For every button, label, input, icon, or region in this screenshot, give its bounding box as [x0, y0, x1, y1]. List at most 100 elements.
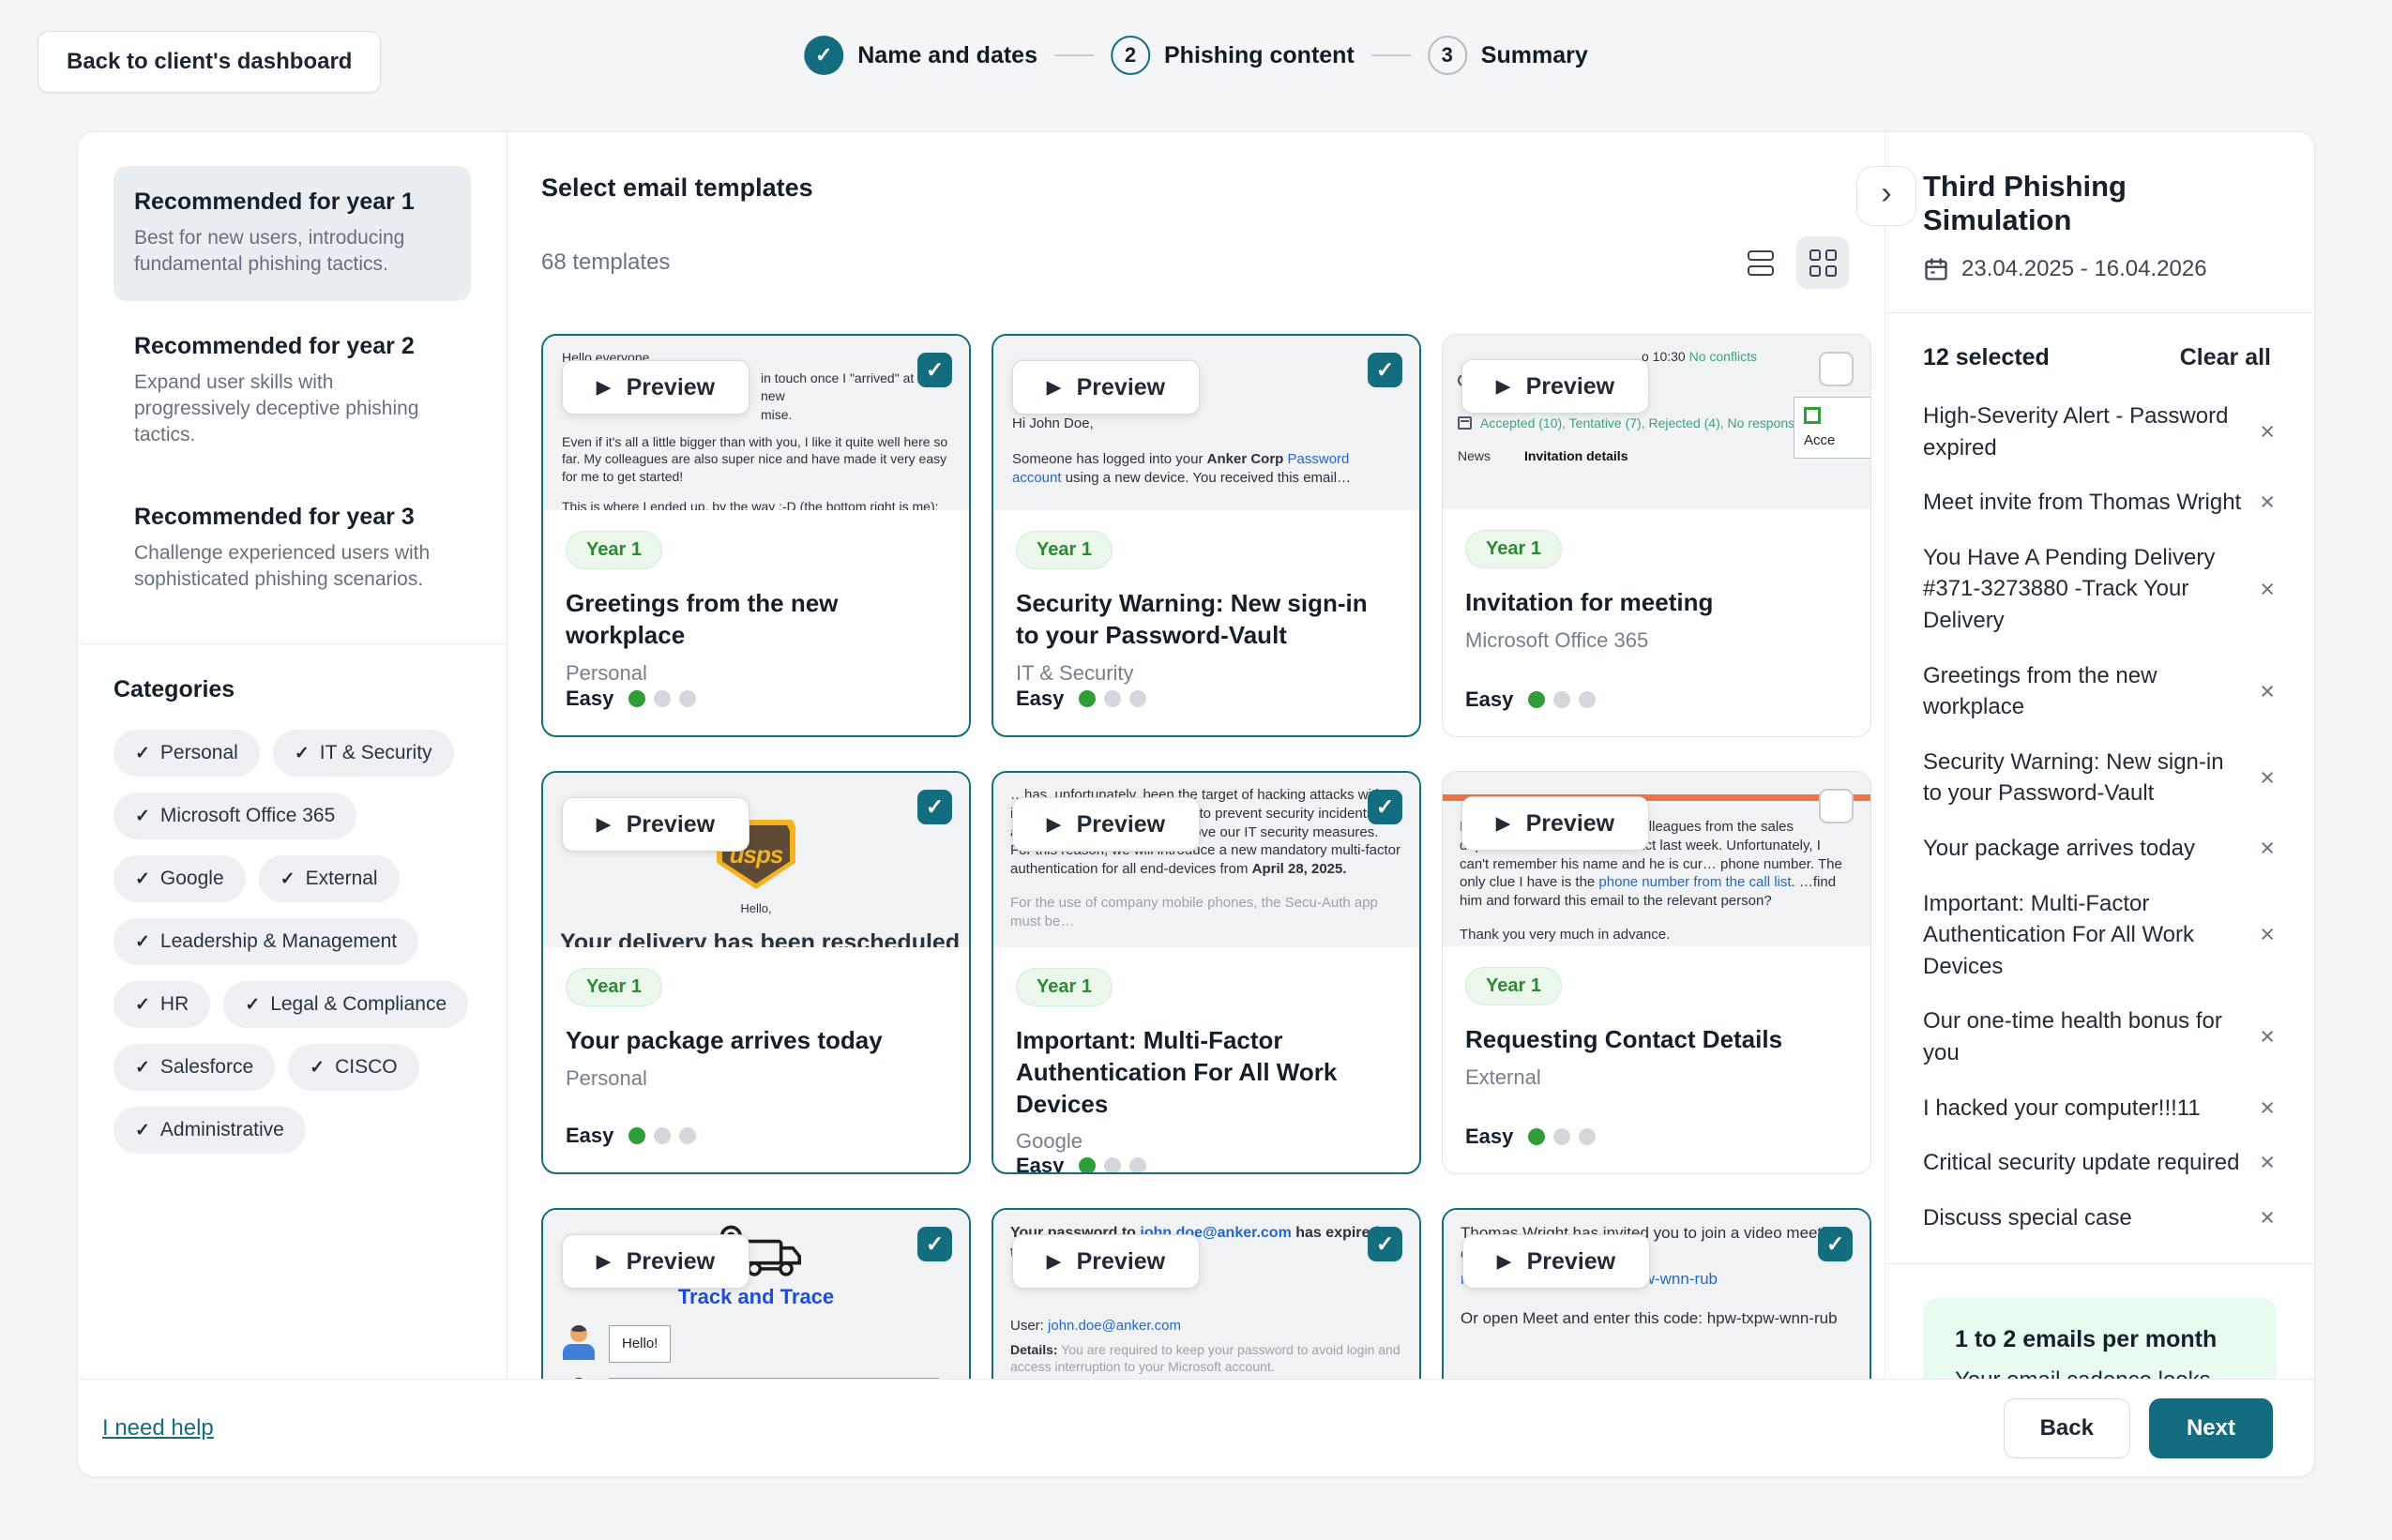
- category-chip-google[interactable]: ✓Google: [114, 855, 246, 902]
- template-grid-scroll-area[interactable]: Hello everyone,in touch once I "arrived"…: [507, 311, 1885, 1379]
- remove-item-button[interactable]: ×: [2258, 888, 2277, 983]
- difficulty-dot: [679, 1127, 696, 1144]
- preview-button[interactable]: ▶Preview: [1461, 796, 1649, 851]
- play-icon: ▶: [1047, 379, 1061, 397]
- preview-button[interactable]: ▶Preview: [1012, 360, 1200, 415]
- template-difficulty: Easy: [1016, 1154, 1146, 1174]
- panel-body: Recommended for year 1Best for new users…: [78, 132, 2314, 1379]
- sidebar-divider: [1885, 312, 2314, 313]
- template-select-checkbox[interactable]: [1819, 352, 1854, 386]
- category-chip-microsoft-office-365[interactable]: ✓Microsoft Office 365: [114, 793, 356, 839]
- preview-button[interactable]: ▶Preview: [562, 1234, 749, 1289]
- template-select-checkbox[interactable]: ✓: [917, 353, 952, 387]
- difficulty-dot: [1528, 1128, 1545, 1145]
- check-icon: ✓: [310, 1057, 325, 1079]
- remove-item-button[interactable]: ×: [2258, 833, 2277, 865]
- template-card[interactable]: I am looking for one of your colleagues …: [1442, 771, 1871, 1174]
- remove-item-button[interactable]: ×: [2258, 1147, 2277, 1179]
- grid-view-button[interactable]: [1796, 236, 1849, 289]
- recommendation-title: Recommended for year 3: [134, 504, 450, 531]
- remove-item-button[interactable]: ×: [2258, 487, 2277, 519]
- template-card[interactable]: o 10:30 No conflictsTeams MeetingBen Ant…: [1442, 334, 1871, 737]
- recommendation-item[interactable]: Recommended for year 2Expand user skills…: [114, 310, 471, 472]
- category-chip-salesforce[interactable]: ✓Salesforce: [114, 1044, 275, 1091]
- difficulty-dots: [1079, 1157, 1146, 1174]
- template-select-checkbox[interactable]: ✓: [1368, 353, 1402, 387]
- template-select-checkbox[interactable]: ✓: [1818, 1227, 1853, 1261]
- difficulty-dot: [1528, 691, 1545, 708]
- category-chip-it-security[interactable]: ✓IT & Security: [273, 730, 454, 777]
- preview-text-segment: Or open Meet and enter this code: hpw-tx…: [1461, 1309, 1838, 1327]
- category-chip-row: ✓Leadership & Management: [114, 918, 471, 965]
- recommendation-item[interactable]: Recommended for year 1Best for new users…: [114, 166, 471, 301]
- step-phishing-content[interactable]: 2Phishing content: [1111, 36, 1355, 75]
- year-badge: Year 1: [1465, 530, 1562, 568]
- back-to-dashboard-button[interactable]: Back to client's dashboard: [38, 31, 381, 93]
- check-icon: ✓: [280, 868, 295, 890]
- clear-all-button[interactable]: Clear all: [2174, 343, 2277, 372]
- template-select-checkbox[interactable]: ✓: [917, 790, 952, 824]
- template-card[interactable]: …has, unfortunately, been the target of …: [992, 771, 1421, 1174]
- preview-button[interactable]: ▶Preview: [1012, 1234, 1200, 1289]
- top-bar: Back to client's dashboard ✓Name and dat…: [0, 0, 2392, 131]
- remove-item-button[interactable]: ×: [2258, 1093, 2277, 1125]
- template-card[interactable]: Thomas Wright has invited you to join a …: [1442, 1208, 1871, 1379]
- recommendation-title: Recommended for year 2: [134, 333, 450, 360]
- remove-item-button[interactable]: ×: [2258, 660, 2277, 723]
- simulation-summary-sidebar: Third Phishing Simulation 23.04.2025 - 1…: [1885, 132, 2314, 1379]
- collapse-sidebar-button[interactable]: ›: [1856, 166, 1916, 226]
- preview-text-line: This is where I ended up, by the way :-D…: [562, 498, 950, 510]
- category-chip-administrative[interactable]: ✓Administrative: [114, 1107, 306, 1154]
- template-card[interactable]: Hello everyone,in touch once I "arrived"…: [541, 334, 971, 737]
- template-title: Your package arrives today: [566, 1025, 883, 1057]
- template-select-checkbox[interactable]: ✓: [917, 1227, 952, 1261]
- step-label: Name and dates: [857, 42, 1037, 69]
- template-title: Requesting Contact Details: [1465, 1024, 1782, 1056]
- template-select-checkbox[interactable]: ✓: [1368, 1227, 1402, 1261]
- remove-item-button[interactable]: ×: [2258, 747, 2277, 809]
- category-chip-cisco[interactable]: ✓CISCO: [288, 1044, 418, 1091]
- category-chip-legal-compliance[interactable]: ✓Legal & Compliance: [223, 981, 468, 1028]
- remove-item-button[interactable]: ×: [2258, 400, 2277, 463]
- selected-template-item: Discuss special case×: [1923, 1202, 2277, 1234]
- category-chip-label: Google: [160, 868, 224, 890]
- template-card-body: Year 1Your package arrives todayPersonal…: [543, 947, 969, 1172]
- preview-button[interactable]: ▶Preview: [1461, 359, 1649, 414]
- remove-item-button[interactable]: ×: [2258, 1202, 2277, 1234]
- category-chip-hr[interactable]: ✓HR: [114, 981, 210, 1028]
- calendar-people-icon: [1458, 416, 1472, 430]
- recommendation-item[interactable]: Recommended for year 3Challenge experien…: [114, 481, 471, 616]
- template-select-checkbox[interactable]: [1819, 789, 1854, 823]
- preview-button[interactable]: ▶Preview: [562, 797, 749, 852]
- preview-accept-label: Acce: [1804, 431, 1861, 450]
- preview-button-label: Preview: [1077, 1248, 1166, 1276]
- remove-item-button[interactable]: ×: [2258, 1005, 2277, 1068]
- template-select-checkbox[interactable]: ✓: [1368, 790, 1402, 824]
- back-button[interactable]: Back: [2004, 1398, 2130, 1458]
- recommendations-sidebar: Recommended for year 1Best for new users…: [78, 132, 507, 1379]
- preview-accept-button-fragment: Acce: [1794, 397, 1870, 459]
- template-card[interactable]: Hi John Doe,Someone has logged into your…: [992, 334, 1421, 737]
- check-icon: ✓: [135, 994, 150, 1016]
- template-card[interactable]: Track and TraceHello!Welcome to the inte…: [541, 1208, 971, 1379]
- list-view-button[interactable]: [1734, 236, 1787, 289]
- category-chip-leadership-management[interactable]: ✓Leadership & Management: [114, 918, 418, 965]
- preview-text-segment: No conflicts: [1689, 349, 1757, 364]
- simulation-title: Third Phishing Simulation: [1923, 170, 2277, 237]
- difficulty-dot: [1079, 690, 1096, 707]
- check-icon: ✓: [135, 1120, 150, 1141]
- template-card[interactable]: Your password to john.doe@anker.com has …: [992, 1208, 1421, 1379]
- category-chip-external[interactable]: ✓External: [259, 855, 400, 902]
- preview-button[interactable]: ▶Preview: [562, 360, 749, 415]
- template-card[interactable]: uspsHello,Your delivery has been resched…: [541, 771, 971, 1174]
- preview-button[interactable]: ▶Preview: [1462, 1234, 1650, 1289]
- preview-button[interactable]: ▶Preview: [1012, 797, 1200, 852]
- step-name-and-dates[interactable]: ✓Name and dates: [804, 36, 1037, 75]
- category-filter-chips: ✓Personal ✓IT & Security ✓Microsoft Office…: [114, 730, 471, 1154]
- remove-item-button[interactable]: ×: [2258, 542, 2277, 637]
- view-toggle: [1734, 236, 1862, 289]
- help-link[interactable]: I need help: [102, 1415, 214, 1442]
- category-chip-personal[interactable]: ✓Personal: [114, 730, 260, 777]
- next-button[interactable]: Next: [2149, 1398, 2273, 1458]
- step-summary[interactable]: 3Summary: [1428, 36, 1588, 75]
